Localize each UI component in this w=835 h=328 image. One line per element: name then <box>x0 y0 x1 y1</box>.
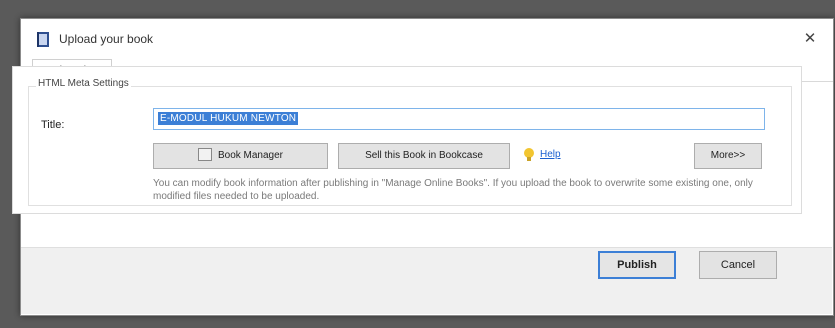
book-app-icon <box>37 32 49 47</box>
info-text: You can modify book information after pu… <box>153 178 753 202</box>
sell-in-bookcase-button[interactable]: Sell this Book in Bookcase <box>338 143 510 169</box>
more-button[interactable]: More>> <box>694 143 762 169</box>
close-button[interactable]: ✕ <box>797 27 823 51</box>
title-field-label: Title: <box>41 119 65 131</box>
title-bar: Upload your book ✕ <box>21 19 833 59</box>
title-input[interactable]: E-MODUL HUKUM NEWTON <box>153 108 765 130</box>
window-title: Upload your book <box>59 32 154 46</box>
title-input-value: E-MODUL HUKUM NEWTON <box>158 112 299 125</box>
book-manager-label: Book Manager <box>217 150 284 161</box>
book-manager-icon <box>197 147 212 161</box>
cancel-button[interactable]: Cancel <box>699 251 777 279</box>
publish-button[interactable]: Publish <box>598 251 676 279</box>
help-link[interactable]: Help <box>540 149 561 160</box>
book-manager-button[interactable]: Book Manager <box>153 143 328 169</box>
lightbulb-icon <box>524 148 534 161</box>
meta-settings-label: HTML Meta Settings <box>36 78 131 89</box>
